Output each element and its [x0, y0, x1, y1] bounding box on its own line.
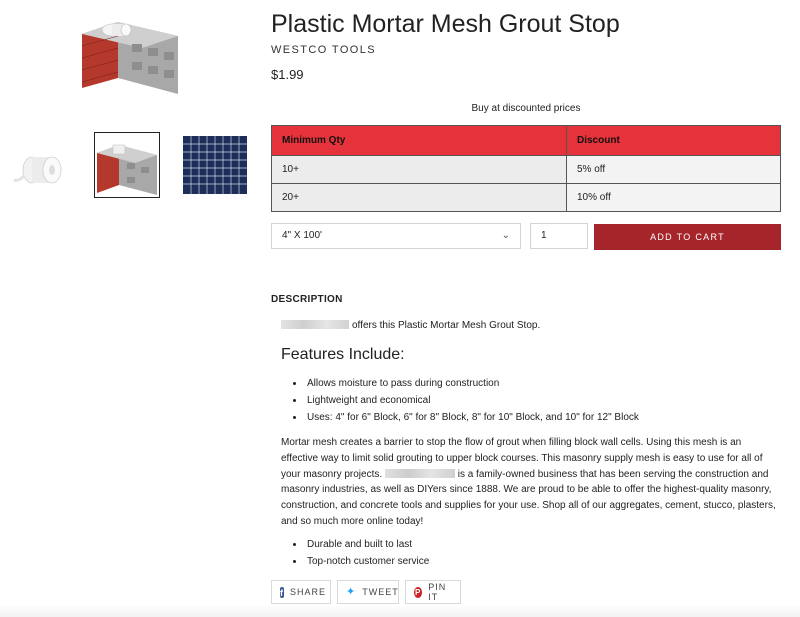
- add-to-cart-button[interactable]: ADD TO CART: [594, 224, 781, 250]
- chevron-down-icon: ⌄: [501, 230, 510, 241]
- table-cell: 20+: [271, 183, 567, 212]
- list-item: Top-notch customer service: [305, 553, 429, 570]
- features-list: Allows moisture to pass during construct…: [281, 375, 639, 426]
- table-cell: 5% off: [566, 155, 781, 184]
- table-cell: 10% off: [566, 183, 781, 212]
- tweet-label: TWEET: [362, 587, 399, 597]
- thumbnail-wall[interactable]: [94, 132, 160, 198]
- share-facebook-button[interactable]: f SHARE: [271, 580, 331, 604]
- pin-it-button[interactable]: P PIN IT: [405, 580, 461, 604]
- share-label: SHARE: [290, 587, 327, 597]
- list-item: Durable and built to last: [305, 536, 429, 553]
- facebook-icon: f: [280, 586, 284, 598]
- product-price: $1.99: [271, 67, 304, 82]
- product-title: Plastic Mortar Mesh Grout Stop: [271, 10, 620, 38]
- redacted-text: [281, 320, 349, 329]
- extras-list: Durable and built to last Top-notch cust…: [281, 536, 429, 570]
- description-paragraph: Mortar mesh creates a barrier to stop th…: [281, 435, 781, 530]
- list-item: Allows moisture to pass during construct…: [305, 375, 639, 392]
- table-row: 20+ 10% off: [271, 183, 781, 212]
- product-vendor[interactable]: WESTCO TOOLS: [271, 44, 376, 56]
- variant-value: 4" X 100': [282, 230, 322, 241]
- main-product-image: [78, 16, 182, 102]
- list-item: Lightweight and economical: [305, 392, 639, 409]
- discount-table: Minimum Qty Discount 10+ 5% off 20+ 10% …: [271, 125, 781, 212]
- quantity-input[interactable]: 1: [530, 223, 588, 249]
- description-heading: DESCRIPTION: [271, 294, 343, 305]
- twitter-icon: ✦: [346, 585, 357, 598]
- variant-select[interactable]: 4" X 100' ⌄: [271, 223, 521, 249]
- table-cell: 10+: [271, 155, 567, 184]
- bottom-divider: [0, 605, 800, 617]
- pin-label: PIN IT: [428, 582, 447, 602]
- thumbnail-mesh[interactable]: [182, 132, 248, 198]
- tweet-button[interactable]: ✦ TWEET: [337, 580, 399, 604]
- redacted-text: [384, 468, 455, 478]
- features-heading: Features Include:: [281, 346, 405, 363]
- table-header-row: Minimum Qty Discount: [271, 125, 781, 156]
- table-row: 10+ 5% off: [271, 155, 781, 184]
- thumbnail-roll[interactable]: [10, 132, 76, 198]
- table-header-cell: Discount: [566, 125, 781, 156]
- list-item: Uses: 4" for 6" Block, 6" for 8" Block, …: [305, 409, 639, 426]
- discount-caption: Buy at discounted prices: [471, 103, 581, 114]
- intro-text: offers this Plastic Mortar Mesh Grout St…: [352, 320, 541, 331]
- table-header-cell: Minimum Qty: [271, 125, 567, 156]
- description-intro: offers this Plastic Mortar Mesh Grout St…: [281, 320, 540, 331]
- pinterest-icon: P: [414, 586, 423, 598]
